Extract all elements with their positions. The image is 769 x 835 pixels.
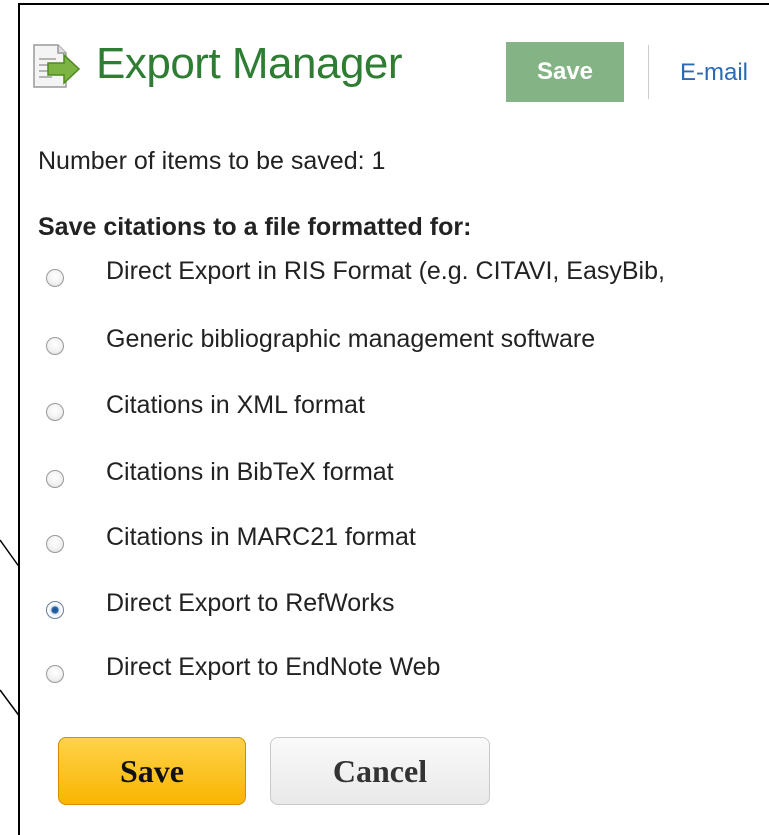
format-option-ris[interactable]: Direct Export in RIS Format (e.g. CITAVI… <box>46 257 769 297</box>
option-label-marc21: Citations in MARC21 format <box>106 523 416 551</box>
email-link[interactable]: E-mail <box>680 59 748 87</box>
format-option-endnote[interactable]: Direct Export to EndNote Web <box>46 653 769 693</box>
option-label-ris: Direct Export in RIS Format (e.g. CITAVI… <box>106 257 665 285</box>
format-section-heading: Save citations to a file formatted for: <box>38 213 472 241</box>
format-option-xml[interactable]: Citations in XML format <box>46 391 769 431</box>
radio-xml[interactable] <box>46 403 64 421</box>
export-manager-header: Export Manager Save E-mail <box>20 5 769 105</box>
export-manager-panel: Export Manager Save E-mail Number of ite… <box>18 3 769 835</box>
cancel-button[interactable]: Cancel <box>270 737 490 805</box>
items-count-text: Number of items to be saved: 1 <box>38 147 386 175</box>
radio-generic[interactable] <box>46 337 64 355</box>
option-label-xml: Citations in XML format <box>106 391 365 419</box>
radio-bibtex[interactable] <box>46 470 64 488</box>
format-option-marc21[interactable]: Citations in MARC21 format <box>46 523 769 563</box>
format-option-refworks[interactable]: Direct Export to RefWorks <box>46 589 769 629</box>
header-divider <box>648 45 649 99</box>
option-label-generic: Generic bibliographic management softwar… <box>106 325 596 353</box>
header-save-button[interactable]: Save <box>506 42 624 102</box>
option-label-refworks: Direct Export to RefWorks <box>106 589 395 617</box>
save-button[interactable]: Save <box>58 737 246 805</box>
option-label-bibtex: Citations in BibTeX format <box>106 458 394 486</box>
radio-marc21[interactable] <box>46 535 64 553</box>
format-option-bibtex[interactable]: Citations in BibTeX format <box>46 458 769 498</box>
export-document-icon <box>33 44 80 88</box>
option-label-endnote: Direct Export to EndNote Web <box>106 653 441 681</box>
radio-refworks[interactable] <box>46 601 64 619</box>
radio-ris[interactable] <box>46 269 64 287</box>
format-option-generic[interactable]: Generic bibliographic management softwar… <box>46 325 769 365</box>
page-title: Export Manager <box>96 39 403 88</box>
radio-endnote[interactable] <box>46 665 64 683</box>
